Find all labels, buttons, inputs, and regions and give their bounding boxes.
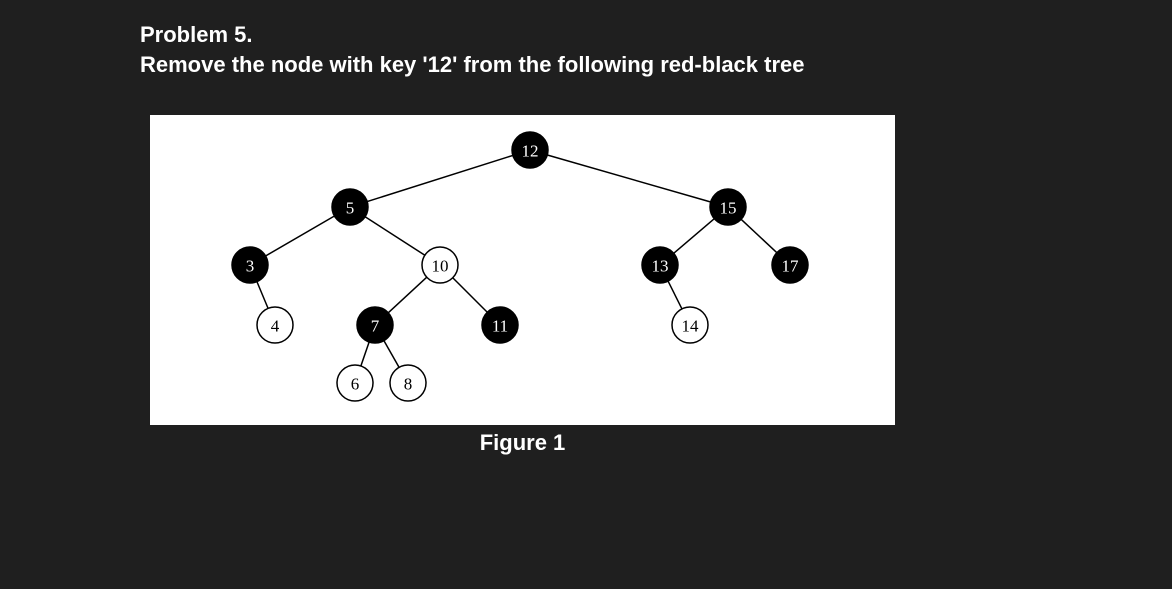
tree-edge <box>388 277 427 313</box>
tree-node-17: 17 <box>772 247 808 283</box>
tree-node-label: 4 <box>271 317 280 336</box>
tree-node-label: 12 <box>522 142 539 161</box>
tree-edge <box>384 341 399 368</box>
tree-node-label: 17 <box>782 257 800 276</box>
tree-edge <box>547 155 710 202</box>
tree-node-label: 13 <box>652 257 669 276</box>
tree-node-5: 5 <box>332 189 368 225</box>
tree-node-label: 5 <box>346 199 355 218</box>
page-root: Problem 5. Remove the node with key '12'… <box>0 0 1172 589</box>
tree-edge <box>266 216 335 256</box>
tree-node-label: 14 <box>682 317 700 336</box>
tree-node-15: 15 <box>710 189 746 225</box>
tree-edge <box>668 281 682 309</box>
tree-node-11: 11 <box>482 307 518 343</box>
figure-panel: 12 5 15 3 10 13 17 4 7 11 14 6 8 <box>150 115 895 425</box>
tree-node-10: 10 <box>422 247 458 283</box>
tree-node-8: 8 <box>390 365 426 401</box>
tree-edge <box>741 219 777 252</box>
problem-heading: Problem 5. Remove the node with key '12'… <box>140 20 805 79</box>
figure-caption: Figure 1 <box>150 430 895 456</box>
tree-edge <box>367 155 513 201</box>
tree-edge <box>365 217 425 256</box>
tree-edge <box>257 282 268 309</box>
tree-node-label: 11 <box>492 317 508 336</box>
tree-node-13: 13 <box>642 247 678 283</box>
problem-statement: Remove the node with key '12' from the f… <box>140 50 805 80</box>
tree-edge <box>361 342 369 366</box>
tree-node-label: 10 <box>432 257 449 276</box>
tree-node-12: 12 <box>512 132 548 168</box>
tree-node-6: 6 <box>337 365 373 401</box>
tree-node-label: 15 <box>720 199 737 218</box>
tree-edge <box>674 219 715 254</box>
problem-title: Problem 5. <box>140 20 805 50</box>
tree-node-14: 14 <box>672 307 708 343</box>
tree-diagram: 12 5 15 3 10 13 17 4 7 11 14 6 8 <box>150 115 895 425</box>
tree-node-label: 8 <box>404 375 413 394</box>
tree-node-label: 3 <box>246 257 255 276</box>
tree-edge <box>453 278 488 313</box>
tree-node-4: 4 <box>257 307 293 343</box>
tree-node-3: 3 <box>232 247 268 283</box>
tree-node-label: 7 <box>371 317 380 336</box>
tree-node-7: 7 <box>357 307 393 343</box>
tree-node-label: 6 <box>351 375 360 394</box>
